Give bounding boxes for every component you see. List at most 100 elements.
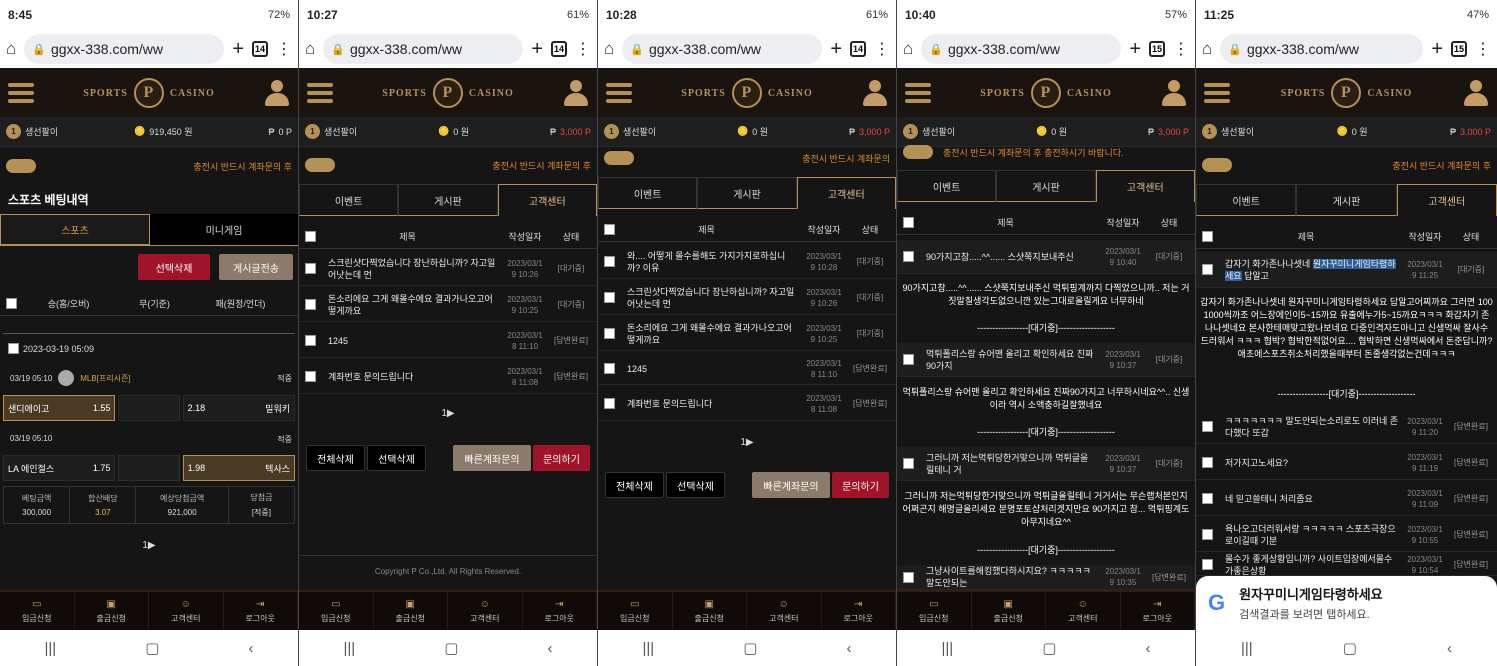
tab-event[interactable]: 이벤트	[598, 177, 698, 209]
select-all-checkbox[interactable]	[6, 298, 17, 309]
inquire-button[interactable]: 문의하기	[533, 445, 590, 471]
new-tab-icon[interactable]: +	[1129, 38, 1141, 61]
row-title[interactable]: 90가지고참.....^^...... 스샷쭉지보내주신	[914, 251, 1097, 263]
row-checkbox[interactable]	[305, 299, 316, 310]
user-icon[interactable]	[1161, 80, 1187, 106]
row-checkbox[interactable]	[1202, 559, 1213, 570]
row-title[interactable]: 돈소리에요 그게 왜몰수에요 결과가나오고어떻게까요	[615, 322, 798, 346]
odds-away[interactable]: 1.98 텍사스	[182, 455, 296, 481]
tab-minigame[interactable]: 미니게임	[150, 214, 298, 246]
row-title[interactable]: 갑자기 화가존나나셋네 원자꾸미니게임타령하세요 답알고	[1213, 258, 1399, 282]
row-checkbox[interactable]	[604, 363, 615, 374]
new-tab-icon[interactable]: +	[531, 38, 543, 61]
home-icon[interactable]: ⌂	[6, 39, 16, 59]
site-logo[interactable]: SPORTS P CASINO	[382, 78, 513, 108]
back-icon[interactable]: ‹	[248, 640, 253, 657]
nav-withdraw[interactable]: ▣ 출금신청	[972, 592, 1046, 630]
row-title[interactable]: 몰수가 좋게상황입니까? 사이트입장에서몰수가좋은상황	[1213, 554, 1399, 575]
row-checkbox[interactable]	[903, 458, 914, 469]
row-checkbox[interactable]	[604, 398, 615, 409]
delete-selected-button[interactable]: 선택삭제	[367, 445, 426, 471]
recents-icon[interactable]: |||	[942, 640, 954, 657]
url-field[interactable]: 🔒 ggxx-338.com/ww	[1220, 34, 1424, 64]
row-checkbox[interactable]	[604, 292, 615, 303]
url-field[interactable]: 🔒 ggxx-338.com/ww	[323, 34, 524, 64]
nav-cs[interactable]: ☺ 고객센터	[149, 592, 224, 630]
board-row[interactable]: 1245 2023/03/1 8 11:10 [답변완료]	[299, 324, 597, 358]
row-checkbox[interactable]	[1202, 529, 1213, 540]
board-row[interactable]: 돈소리에요 그게 왜몰수에요 결과가나오고어떻게까요 2023/03/1 9 10:…	[299, 288, 597, 322]
nav-logout[interactable]: ⇥ 로그아웃	[523, 592, 597, 630]
site-logo[interactable]: SPORTS P CASINO	[83, 78, 214, 108]
nav-cs[interactable]: ☺ 고객센터	[448, 592, 523, 630]
url-field[interactable]: 🔒 ggxx-338.com/ww	[921, 34, 1122, 64]
recents-icon[interactable]: |||	[45, 640, 57, 657]
nav-deposit[interactable]: ▭ 입금신청	[897, 592, 972, 630]
hamburger-icon[interactable]	[1204, 83, 1230, 103]
board-row[interactable]: 돈소리에요 그게 왜몰수에요 결과가나오고어떻게까요 2023/03/1 9 10:…	[598, 317, 896, 351]
board-row[interactable]: 그냥사이트를해킹했다하시지요? ㅋㅋㅋㅋㅋ 말도안되는 2023/03/1 9 10…	[897, 565, 1195, 590]
row-title[interactable]: 돈소리에요 그게 왜몰수에요 결과가나오고어떻게까요	[316, 293, 499, 317]
tab-board[interactable]: 게시판	[996, 170, 1096, 202]
hamburger-icon[interactable]	[8, 83, 34, 103]
row-title[interactable]: 욕나오고더러워서랑 ㅋㅋㅋㅋㅋ 스포츠극장으로이길때 기분	[1213, 523, 1399, 547]
delete-selected-button[interactable]: 선택삭제	[666, 472, 725, 498]
nav-logout[interactable]: ⇥ 로그아웃	[822, 592, 896, 630]
row-checkbox[interactable]	[903, 354, 914, 365]
site-logo[interactable]: SPORTS P CASINO	[681, 78, 812, 108]
inquire-button[interactable]: 문의하기	[832, 472, 889, 498]
hamburger-icon[interactable]	[606, 83, 632, 103]
row-title[interactable]: 먹튀폴리스랑 슈어맨 올리고 확인하세요 진짜 90가지	[914, 348, 1097, 372]
home-icon[interactable]: ⌂	[903, 39, 913, 59]
row-title[interactable]: 네 믿고쓸테니 처리좀요	[1213, 493, 1399, 505]
tab-board[interactable]: 게시판	[1296, 184, 1397, 216]
user-icon[interactable]	[563, 80, 589, 106]
new-tab-icon[interactable]: +	[830, 38, 842, 61]
quick-account-button[interactable]: 빠른계좌문의	[453, 445, 531, 471]
row-checkbox[interactable]	[604, 328, 615, 339]
nav-deposit[interactable]: ▭ 입금신청	[299, 592, 374, 630]
tab-count-icon[interactable]: 14	[850, 41, 866, 57]
hamburger-icon[interactable]	[307, 83, 333, 103]
odds-home[interactable]: 샌디에이고 1.55	[3, 395, 116, 421]
row-title[interactable]: 그러니까 저는먹튀당한거맞으니까 먹튀글을 릴테니 거	[914, 452, 1097, 476]
tab-event[interactable]: 이벤트	[299, 184, 399, 216]
pagination[interactable]: 1▶	[0, 540, 298, 551]
more-menu-icon[interactable]: ⋮	[874, 39, 890, 59]
home-button-icon[interactable]: ▢	[1343, 639, 1357, 657]
new-tab-icon[interactable]: +	[1431, 38, 1443, 61]
row-checkbox[interactable]	[305, 263, 316, 274]
select-all-checkbox[interactable]	[903, 217, 914, 228]
row-title[interactable]: 스크린샷다찍었습니다 장난하십니까? 자고일어낫는데 먼	[316, 257, 499, 281]
tab-event[interactable]: 이벤트	[897, 170, 997, 202]
nav-withdraw[interactable]: ▣ 출금신청	[75, 592, 149, 630]
board-row[interactable]: 1245 2023/03/1 8 11:10 [답변완료]	[598, 353, 896, 385]
search-suggestion-toast[interactable]: G 원자꾸미니게임타령하세요 검색결과를 보려면 탭하세요.	[1196, 576, 1497, 630]
pagination[interactable]: 1▶	[299, 408, 597, 419]
select-all-checkbox[interactable]	[305, 231, 316, 242]
tab-cs[interactable]: 고객센터	[796, 177, 896, 209]
board-row[interactable]: 와.... 어떻게 몰수를해도 가지가지로하십니까? 이유 2023/03/1 9 …	[598, 245, 896, 279]
home-icon[interactable]: ⌂	[604, 39, 614, 59]
tab-cs[interactable]: 고객센터	[1095, 170, 1195, 202]
home-button-icon[interactable]: ▢	[444, 639, 458, 657]
board-row[interactable]: 그러니까 저는먹튀당한거맞으니까 먹튀글을 릴테니 거 2023/03/1 9 10…	[897, 447, 1195, 481]
recents-icon[interactable]: |||	[344, 640, 356, 657]
board-row[interactable]: 몰수가 좋게상황입니까? 사이트입장에서몰수가좋은상황 2023/03/1 9 10…	[1196, 554, 1497, 576]
delete-selected-button[interactable]: 선택삭제	[138, 254, 210, 280]
row-title[interactable]: 그냥사이트를해킹했다하시지요? ㅋㅋㅋㅋㅋ 말도안되는	[914, 565, 1097, 589]
board-row[interactable]: 스크린샷다찍었습니다 장난하십니까? 자고일어낫는데 먼 2023/03/1 9 1…	[299, 252, 597, 286]
row-title[interactable]: ㅋㅋㅋㅋㅋㅋㅋ 말도안되는소리로도 이러네 존다했다 또갑	[1213, 415, 1399, 439]
nav-withdraw[interactable]: ▣ 출금신청	[374, 592, 448, 630]
user-icon[interactable]	[862, 80, 888, 106]
nav-deposit[interactable]: ▭ 입금신청	[598, 592, 673, 630]
nav-cs[interactable]: ☺ 고객센터	[747, 592, 822, 630]
select-all-checkbox[interactable]	[1202, 231, 1213, 242]
home-icon[interactable]: ⌂	[1202, 39, 1212, 59]
user-icon[interactable]	[264, 80, 290, 106]
row-checkbox[interactable]	[1202, 421, 1213, 432]
board-row[interactable]: ㅋㅋㅋㅋㅋㅋㅋ 말도안되는소리로도 이러네 존다했다 또갑 2023/03/1 9 …	[1196, 410, 1497, 444]
board-row[interactable]: 계좌번호 문의드립니다 2023/03/1 8 11:08 [답변완료]	[598, 387, 896, 421]
quick-account-button[interactable]: 빠른계좌문의	[752, 472, 830, 498]
row-checkbox[interactable]	[305, 335, 316, 346]
